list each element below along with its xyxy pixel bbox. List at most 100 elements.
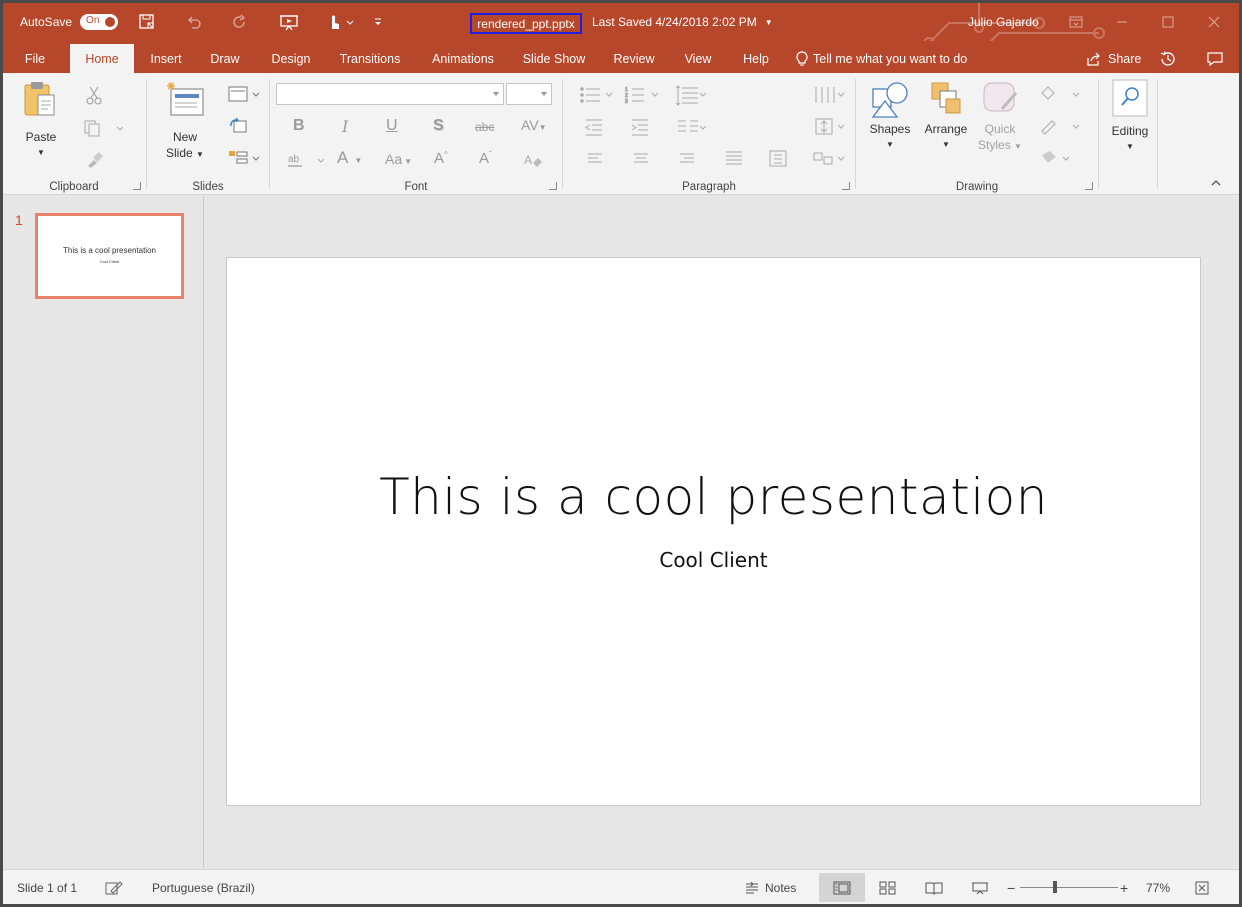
bold-button[interactable]: B [293,117,305,135]
font-color-button[interactable]: A ▼ [337,148,362,168]
redo-button[interactable] [232,3,248,41]
file-name[interactable]: rendered_ppt.pptx [470,13,582,34]
format-painter-button[interactable] [83,149,105,171]
section-button[interactable] [226,147,260,169]
zoom-in-button[interactable]: + [1120,870,1128,904]
chevron-down-icon: ▼ [942,140,950,149]
slide-canvas[interactable]: This is a cool presentation Cool Client [226,257,1201,806]
zoom-slider-track[interactable] [1020,887,1118,888]
slide-title[interactable]: This is a cool presentation [227,468,1200,526]
tab-design[interactable]: Design [265,44,317,73]
paste-button[interactable]: Paste ▼ [15,79,67,161]
shape-fill-button[interactable] [1037,83,1083,105]
decrease-font-size-button[interactable]: Aˇ [479,150,492,167]
tell-me-search[interactable]: Tell me what you want to do [796,44,967,73]
zoom-slider-thumb[interactable] [1053,881,1057,893]
tab-transitions[interactable]: Transitions [336,44,404,73]
autosave[interactable]: AutoSave On [20,3,119,41]
tab-home[interactable]: Home [70,44,134,73]
undo-button[interactable] [186,3,202,41]
collapse-ribbon-button[interactable] [1211,176,1221,190]
zoom-out-button[interactable]: − [1007,870,1015,904]
reading-view-button[interactable] [911,873,957,902]
text-shadow-button[interactable]: S [433,117,444,135]
slide-show-view-button[interactable] [957,873,1003,902]
slide-thumbnail[interactable]: This is a cool presentation Cool Client [35,213,184,299]
cut-button[interactable] [83,85,105,107]
shapes-button[interactable]: Shapes ▼ [865,79,915,153]
tab-draw[interactable]: Draw [205,44,245,73]
svg-text:3: 3 [625,99,628,105]
customize-qat-button[interactable] [373,3,383,41]
close-icon [1208,16,1220,28]
tab-review[interactable]: Review [609,44,659,73]
reset-button[interactable] [226,115,250,137]
slide-subtitle[interactable]: Cool Client [227,548,1200,572]
present-from-beginning-icon [280,15,298,31]
paragraph-dialog-launcher[interactable] [842,182,850,190]
maximize-button[interactable] [1145,3,1191,41]
drawing-dialog-launcher[interactable] [1085,182,1093,190]
font-dialog-launcher[interactable] [549,182,557,190]
tab-animations[interactable]: Animations [425,44,501,73]
slide-counter[interactable]: Slide 1 of 1 [17,870,77,904]
language[interactable]: Portuguese (Brazil) [152,870,255,904]
tab-insert[interactable]: Insert [143,44,189,73]
thumbnail-subtitle: Cool Client [99,259,120,264]
chevron-up-icon [1211,180,1221,186]
save-button[interactable] [138,3,156,41]
quick-styles-button[interactable]: Quick Styles ▼ [975,79,1025,155]
clipboard-dialog-launcher[interactable] [133,182,141,190]
format-painter-icon [88,152,103,168]
notes-button[interactable]: Notes [745,870,796,904]
clear-formatting-button[interactable]: A [521,149,545,171]
increase-font-size-button[interactable]: A^ [434,150,448,167]
user-name[interactable]: Julio Gajardo [968,3,1039,41]
group-separator [562,79,563,189]
slide-sorter-view-button[interactable] [865,873,911,902]
italic-button[interactable]: I [342,117,348,136]
editing-button[interactable]: Editing ▼ [1104,79,1156,155]
arrange-button[interactable]: Arrange ▼ [919,79,973,153]
font-size-combo[interactable] [506,83,552,105]
new-slide-button[interactable]: New Slide ▼ [160,79,210,163]
present-button[interactable] [279,3,299,41]
lightbulb-icon [796,50,808,65]
tab-file[interactable]: File [14,44,56,73]
copy-button[interactable] [81,117,125,139]
arrange-icon [931,82,961,114]
spelling-button[interactable] [105,870,123,904]
chevron-down-icon: ▼ [354,156,363,165]
minimize-button[interactable] [1099,3,1145,41]
underline-button[interactable]: U [386,117,398,135]
zoom-level[interactable]: 77% [1146,870,1170,904]
tab-help[interactable]: Help [737,44,775,73]
tab-slide-show[interactable]: Slide Show [519,44,589,73]
autosave-toggle[interactable]: On [80,14,119,30]
change-case-aa-button[interactable]: Aa ▼ [385,151,412,167]
shape-effects-button[interactable] [1037,147,1083,169]
change-case-button[interactable]: ab [285,149,325,171]
share-button[interactable]: Share [1086,44,1141,73]
last-saved[interactable]: Last Saved 4/24/2018 2:02 PM ▼ [592,3,773,41]
font-name-combo[interactable] [276,83,504,105]
fit-to-window-button[interactable] [1195,870,1209,904]
layout-button[interactable] [226,83,260,105]
ribbon-display-options-button[interactable] [1053,3,1099,41]
minimize-icon [1117,21,1127,23]
close-button[interactable] [1191,3,1237,41]
comments-button[interactable] [1206,44,1224,73]
normal-view-button[interactable] [819,873,865,902]
history-button[interactable] [1159,44,1177,73]
slide-show-icon [972,882,988,894]
strikethrough-button[interactable]: abc [475,120,494,134]
clear-formatting-icon: ab [288,154,324,167]
save-icon [139,14,154,29]
character-spacing-button[interactable]: AV▼ [521,117,547,133]
tab-view[interactable]: View [679,44,717,73]
new-slide-label-2-text: Slide [166,146,193,160]
ribbon: Paste ▼ Clipboard New Slide ▼ Slides B I… [3,73,1239,195]
group-separator [146,79,147,189]
shape-outline-button[interactable] [1037,115,1083,137]
touch-mode-button[interactable] [327,3,355,41]
